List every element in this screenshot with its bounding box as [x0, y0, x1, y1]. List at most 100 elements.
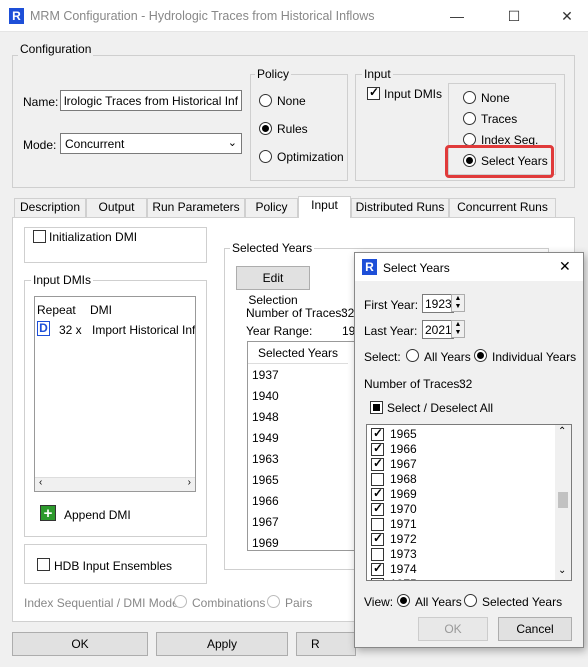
individual-years-radio[interactable] — [474, 349, 487, 362]
maximize-icon[interactable]: ☐ — [504, 6, 524, 26]
select-deselect-all-checkbox[interactable] — [370, 401, 383, 414]
all-years-radio[interactable] — [406, 349, 419, 362]
combinations-label: Combinations — [192, 596, 266, 610]
apply-button[interactable]: Apply — [156, 632, 288, 656]
scroll-thumb[interactable] — [558, 492, 568, 508]
policy-optimization-radio[interactable] — [259, 150, 272, 163]
year-checkbox[interactable] — [371, 441, 384, 456]
dialog-num-traces-value: 32 — [459, 377, 473, 391]
year-checkbox[interactable] — [371, 518, 384, 531]
tab-policy[interactable]: Policy — [245, 198, 298, 217]
input-traces-radio[interactable] — [463, 112, 476, 125]
scroll-left-icon[interactable]: ‹ — [39, 477, 42, 488]
year-list-item[interactable]: 1973 — [367, 547, 552, 562]
all-years-label: All Years — [424, 350, 471, 364]
policy-rules-radio[interactable] — [259, 122, 272, 135]
select-deselect-all-label: Select / Deselect All — [387, 401, 494, 415]
year-checkbox[interactable] — [371, 548, 384, 561]
init-dmi-checkbox[interactable] — [33, 230, 46, 243]
year-list-item[interactable]: 1966 — [367, 441, 552, 457]
input-dmis-checkbox[interactable] — [367, 85, 380, 100]
append-dmi-button[interactable]: Append DMI — [64, 508, 131, 522]
selected-year-row[interactable]: 1966 — [252, 494, 279, 509]
year-list-item[interactable]: 1971 — [367, 517, 552, 532]
hdb-checkbox[interactable] — [37, 558, 50, 571]
dialog-cancel-button[interactable]: Cancel — [498, 617, 572, 641]
tab-output[interactable]: Output — [86, 198, 147, 217]
year-list-item[interactable]: 1974 — [367, 561, 552, 577]
selected-year-row[interactable]: 1937 — [252, 368, 279, 383]
selected-year-row[interactable]: 1940 — [252, 389, 279, 404]
selected-year-row[interactable]: 1948 — [252, 410, 279, 425]
year-list-item[interactable]: 1965 — [367, 426, 552, 442]
year-list-item[interactable]: 1968 — [367, 472, 552, 487]
selected-year-row[interactable]: 1963 — [252, 452, 279, 467]
policy-none-radio[interactable] — [259, 94, 272, 107]
append-plus-icon[interactable]: + — [40, 505, 56, 522]
vertical-scrollbar[interactable]: ⌃ ⌄ — [555, 425, 571, 580]
year-list-item[interactable]: 1970 — [367, 501, 552, 517]
scroll-up-icon[interactable]: ⌃ — [558, 426, 566, 437]
ok-button[interactable]: OK — [12, 632, 148, 656]
year-checkbox[interactable] — [371, 486, 384, 501]
close-icon[interactable]: ✕ — [557, 6, 577, 26]
title-bar: R MRM Configuration - Hydrologic Traces … — [0, 0, 588, 32]
dialog-close-icon[interactable]: ✕ — [559, 258, 571, 275]
minimize-icon[interactable]: — — [447, 6, 467, 26]
year-list-item[interactable]: 1967 — [367, 456, 552, 472]
input-none-radio[interactable] — [463, 91, 476, 104]
mode-label: Mode: — [23, 138, 57, 152]
mode-select[interactable]: Concurrent ⌄ — [60, 133, 242, 154]
revert-button[interactable]: R — [296, 632, 356, 656]
dmi-repeat-cell[interactable]: 32 x — [59, 323, 82, 337]
tab-concurrent-runs[interactable]: Concurrent Runs — [449, 198, 556, 217]
year-list-item[interactable]: 1969 — [367, 486, 552, 502]
tab-run-parameters[interactable]: Run Parameters — [147, 198, 245, 217]
policy-label: Policy — [255, 67, 292, 81]
selected-year-row[interactable]: 1967 — [252, 515, 279, 530]
selected-year-row[interactable]: 1969 — [252, 536, 279, 550]
input-select-years-radio[interactable] — [463, 154, 476, 167]
horizontal-scrollbar[interactable]: ‹ › — [35, 477, 195, 491]
edit-selection-button[interactable]: Edit Selection — [236, 266, 310, 307]
scroll-right-icon[interactable]: › — [188, 477, 191, 488]
year-checkbox[interactable] — [371, 501, 384, 516]
tab-input[interactable]: Input — [298, 196, 351, 218]
name-input[interactable] — [60, 90, 242, 111]
year-checkbox[interactable] — [371, 531, 384, 546]
view-selected-years-radio[interactable] — [464, 594, 477, 607]
year-checkbox[interactable] — [371, 561, 384, 576]
year-checkbox[interactable] — [371, 473, 384, 486]
dmi-name-cell[interactable]: Import Historical Inflo — [92, 323, 195, 337]
dialog-app-icon: R — [362, 259, 377, 275]
tab-description[interactable]: Description — [14, 198, 86, 217]
view-label: View: — [364, 595, 394, 609]
year-label: 1974 — [390, 562, 417, 576]
pairs-radio[interactable] — [267, 595, 280, 608]
year-checkbox[interactable] — [371, 456, 384, 471]
selected-year-row[interactable]: 1965 — [252, 473, 279, 488]
dialog-ok-button[interactable]: OK — [418, 617, 488, 641]
selected-year-row[interactable]: 1949 — [252, 431, 279, 446]
col-dmi-header: DMI — [90, 303, 112, 317]
first-year-spinner[interactable]: ▲ ▼ — [451, 294, 465, 312]
view-all-years-radio[interactable] — [397, 594, 410, 607]
select-years-dialog: R Select Years ✕ First Year: 1923 ▲ ▼ Las… — [354, 252, 584, 648]
tab-distributed-runs[interactable]: Distributed Runs — [351, 198, 449, 217]
last-year-input[interactable]: 2021 — [422, 320, 454, 339]
scroll-down-icon[interactable]: ⌄ — [558, 565, 566, 576]
year-checkbox[interactable] — [371, 426, 384, 441]
select-label: Select: — [364, 350, 401, 364]
year-list-item[interactable]: 1972 — [367, 531, 552, 547]
last-year-spinner[interactable]: ▲ ▼ — [451, 320, 465, 338]
year-list-item[interactable]: 1975 — [367, 577, 552, 580]
dmi-icon: D — [37, 321, 50, 336]
year-checkbox[interactable] — [371, 578, 384, 580]
selected-years-header: Selected Years — [248, 342, 348, 364]
input-traces-label: Traces — [481, 112, 518, 126]
year-label: 1967 — [390, 457, 417, 471]
combinations-radio[interactable] — [174, 595, 187, 608]
year-label: 1971 — [390, 517, 417, 531]
first-year-input[interactable]: 1923 — [422, 294, 454, 313]
input-dmis-label: Input DMIs — [384, 87, 443, 101]
